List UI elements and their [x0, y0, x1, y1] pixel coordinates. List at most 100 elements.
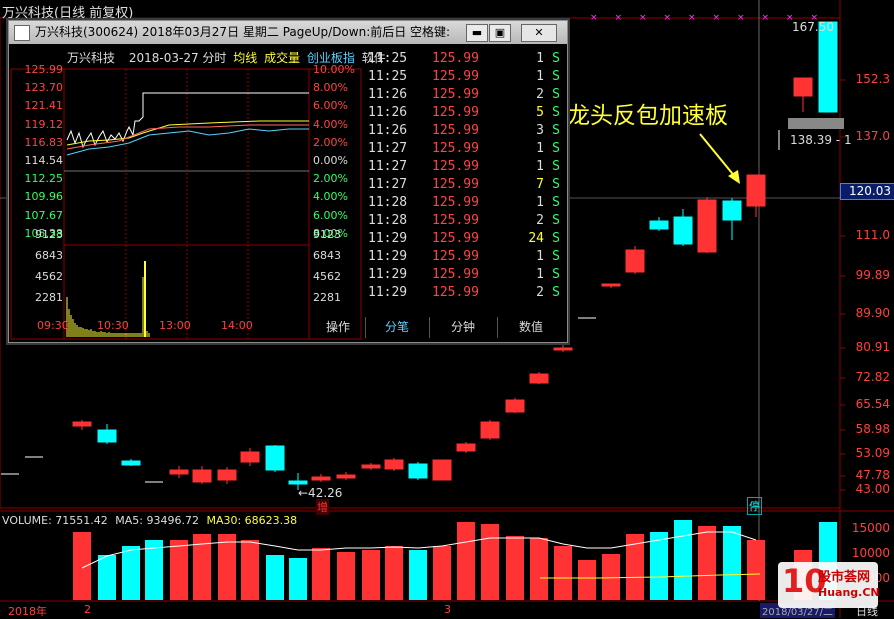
tab-ticks[interactable]: 分笔 — [365, 317, 428, 338]
trade-price: 125.99 — [432, 141, 479, 156]
intraday-price-line — [66, 92, 309, 149]
popup-titlebar[interactable]: 万兴科技(300624) 2018年03月27日 星期二 PageUp/Down… — [9, 21, 567, 44]
intraday-price-label: 112.25 — [24, 172, 64, 186]
intraday-pct-label: 6.00% — [313, 208, 348, 222]
watermark-brand: 股市荟网 — [818, 570, 871, 585]
ma30-value: MA30: 68623.38 — [206, 514, 298, 527]
volume-bar-up — [170, 540, 188, 600]
low-price-label: ←42.26 — [298, 486, 343, 500]
candle-up — [311, 476, 331, 481]
trade-volume: 5 — [536, 105, 544, 120]
volume-bar-up — [698, 526, 716, 600]
volume-bar-down — [674, 520, 692, 600]
intraday-date: 2018-03-27 分时 — [128, 51, 227, 65]
restore-button[interactable]: ▣ — [489, 24, 511, 42]
trade-price: 125.99 — [432, 177, 479, 192]
trade-volume: 7 — [536, 177, 544, 192]
trade-time: 11:26 — [368, 105, 408, 120]
candle-down — [265, 445, 285, 471]
trade-row: 11:26 125.99 2 S — [366, 87, 566, 105]
price-axis-label: 65.54 — [855, 397, 890, 411]
top-marker: × — [615, 13, 623, 23]
trade-price: 125.99 — [432, 87, 479, 102]
top-marker: × — [664, 13, 672, 23]
trade-row: 11:28 125.99 1 S — [366, 195, 566, 213]
candle-up — [746, 174, 766, 207]
close-button[interactable]: ✕ — [521, 24, 557, 42]
intraday-volume-label-left: 9123 — [35, 228, 63, 241]
intraday-price-label: 107.67 — [24, 208, 64, 222]
top-marker: × — [762, 13, 770, 23]
trade-side: S — [552, 159, 560, 174]
trade-time: 11:29 — [368, 249, 408, 264]
tab-operate[interactable]: 操作 — [313, 317, 363, 338]
candle-up — [601, 283, 621, 287]
candle-up — [793, 77, 813, 97]
trade-side: S — [552, 267, 560, 282]
year-label: 2018年 — [8, 605, 47, 618]
trade-row: 11:29 125.99 24 S — [366, 231, 566, 249]
tab-minutes[interactable]: 分钟 — [429, 317, 496, 338]
trade-row: 11:27 125.99 7 S — [366, 177, 566, 195]
intraday-price-label: 114.54 — [24, 154, 64, 167]
price-axis-label: 53.09 — [855, 446, 890, 460]
volume-bar-up — [578, 560, 596, 600]
range-box — [788, 118, 844, 129]
volume-bar-down — [409, 550, 427, 600]
trade-price: 125.99 — [432, 69, 479, 84]
trade-side: S — [552, 195, 560, 210]
top-marker: × — [590, 13, 598, 23]
minimize-button[interactable]: ▬ — [466, 24, 488, 42]
intraday-pct-label: 2.00% — [313, 172, 348, 186]
trade-side: S — [552, 249, 560, 264]
intraday-price-label: 116.83 — [24, 135, 64, 149]
app-icon — [14, 25, 30, 41]
volume-bar-down — [122, 546, 140, 600]
volume-bar-up — [554, 546, 572, 600]
price-axis-label: 58.98 — [855, 422, 890, 436]
intraday-pct-label: 0.00% — [313, 154, 348, 167]
trade-time: 11:29 — [368, 231, 408, 246]
volume-bar-up — [747, 540, 765, 600]
intraday-popup-window[interactable]: 万兴科技(300624) 2018年03月27日 星期二 PageUp/Down… — [8, 20, 568, 343]
candle-down — [121, 460, 141, 466]
intraday-soft-line — [66, 124, 309, 150]
trade-row: 11:27 125.99 1 S — [366, 159, 566, 177]
trade-time: 11:26 — [368, 123, 408, 138]
candle-down — [818, 21, 838, 113]
trade-row: 11:28 125.99 2 S — [366, 213, 566, 231]
trade-price: 125.99 — [432, 123, 479, 138]
candle-up — [529, 373, 549, 384]
trade-row: 11:27 125.99 1 S — [366, 141, 566, 159]
volume-bar-up — [362, 550, 380, 600]
month-3-label: 3 — [444, 603, 451, 616]
candle-down — [97, 429, 117, 443]
watermark-url: Huang.CN — [818, 586, 880, 599]
candle-up — [240, 451, 260, 463]
max-price-label: 167.50 — [792, 20, 834, 34]
trade-volume: 1 — [536, 51, 544, 66]
candle-up — [505, 399, 525, 413]
legend-volume: 成交量 — [264, 51, 301, 65]
range-label: 138.39 - 1 — [790, 133, 852, 147]
intraday-volume-label-left: 4562 — [35, 270, 63, 283]
trade-time: 11:29 — [368, 285, 408, 300]
trade-price: 125.99 — [432, 267, 479, 282]
legend-ma: 均线 — [233, 51, 258, 65]
price-axis-label: 89.90 — [855, 306, 890, 320]
volume-value: VOLUME: 71551.42 — [2, 514, 108, 527]
tab-values[interactable]: 数值 — [497, 317, 564, 338]
trade-side: S — [552, 105, 560, 120]
trade-time: 11:27 — [368, 141, 408, 156]
watermark-logo: 10 股市荟网 Huang.CN — [778, 562, 880, 608]
intraday-price-label: 109.96 — [24, 190, 64, 204]
trade-row: 11:26 125.99 3 S — [366, 123, 566, 141]
candle-up — [553, 347, 573, 351]
top-marker: × — [688, 13, 696, 23]
trade-volume: 3 — [536, 123, 544, 138]
price-axis-label: 43.00 — [855, 482, 890, 496]
chart-title: 万兴科技(日线 前复权) — [2, 6, 134, 21]
candle-up — [456, 443, 476, 452]
trade-volume: 2 — [536, 87, 544, 102]
trade-row: 11:25 125.99 1 S — [366, 69, 566, 87]
